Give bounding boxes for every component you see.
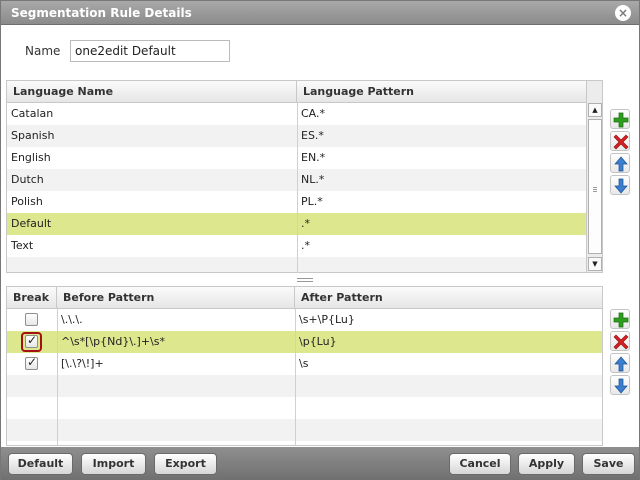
default-button[interactable]: Default [8,453,73,475]
language-name-cell: English [11,151,51,164]
close-icon[interactable]: × [615,5,631,21]
column-header-language-pattern[interactable]: Language Pattern [297,81,588,103]
add-language-button[interactable] [610,109,630,129]
language-grid-scrollbar[interactable]: ▲ ▼ [586,81,602,272]
move-up-icon [614,156,628,172]
add-icon [613,312,629,328]
column-header-before-pattern[interactable]: Before Pattern [57,287,295,309]
apply-button[interactable]: Apply [518,453,575,475]
language-pattern-cell: NL.* [301,173,325,186]
save-button[interactable]: Save [582,453,635,475]
rule-row[interactable] [7,397,602,419]
delete-rule-button[interactable] [610,331,630,351]
dialog-title: Segmentation Rule Details [11,6,192,20]
segmentation-rule-dialog: Segmentation Rule Details × Name Languag… [0,0,640,480]
rule-row[interactable] [7,441,602,445]
move-language-down-button[interactable] [610,175,630,195]
language-pattern-cell: .* [301,239,310,252]
checkbox-highlight [21,332,42,352]
language-name-cell: Polish [11,195,43,208]
import-button[interactable]: Import [81,453,146,475]
cancel-button[interactable]: Cancel [449,453,511,475]
move-rule-up-button[interactable] [610,353,630,373]
scroll-up-button[interactable]: ▲ [588,103,602,117]
language-grid-header: Language Name Language Pattern [7,81,602,103]
add-rule-button[interactable] [610,309,630,329]
language-pattern-cell: EN.* [301,151,326,164]
language-name-cell: Dutch [11,173,44,186]
splitter-handle[interactable] [6,275,603,285]
language-name-cell: Catalan [11,107,54,120]
rule-row[interactable] [7,375,602,397]
column-header-language-name[interactable]: Language Name [7,81,297,103]
column-header-after-pattern[interactable]: After Pattern [295,287,602,309]
after-pattern-cell: \s+\P{Lu} [299,313,355,326]
move-down-icon [614,378,628,394]
export-button[interactable]: Export [154,453,217,475]
before-pattern-cell: \.\.\. [61,313,83,326]
before-pattern-cell: ^\s*[\p{Nd}\.]+\s* [61,335,165,348]
language-name-cell: Default [11,217,52,230]
language-pattern-cell: .* [301,217,310,230]
language-grid: Language Name Language Pattern Catalan CA… [6,80,603,273]
delete-language-button[interactable] [610,131,630,151]
after-pattern-cell: \s [299,357,309,370]
after-pattern-cell: \p{Lu} [299,335,337,348]
delete-icon [613,134,629,150]
name-input[interactable] [70,40,230,62]
break-checkbox[interactable] [25,313,38,326]
rule-row[interactable]: \.\.\. \s+\P{Lu} [7,309,602,331]
rule-row[interactable]: ✓ ^\s*[\p{Nd}\.]+\s* \p{Lu} [7,331,602,353]
before-pattern-cell: [\.\?\!]+ [61,357,104,370]
rules-grid-header: Break Before Pattern After Pattern [7,287,602,309]
language-pattern-cell: CA.* [301,107,326,120]
move-up-icon [614,356,628,372]
name-label: Name [25,44,61,58]
rule-row[interactable] [7,419,602,441]
language-name-cell: Spanish [11,129,55,142]
add-icon [613,112,629,128]
footer-bar: Default Import Export Cancel Apply Save [1,447,639,480]
language-pattern-cell: PL.* [301,195,323,208]
move-down-icon [614,178,628,194]
scroll-down-button[interactable]: ▼ [588,257,602,271]
break-checkbox[interactable]: ✓ [25,355,38,370]
delete-icon [613,334,629,350]
rule-row[interactable]: ✓ [\.\?\!]+ \s [7,353,602,375]
move-rule-down-button[interactable] [610,375,630,395]
rules-grid: Break Before Pattern After Pattern \.\.\… [6,286,603,446]
scroll-thumb[interactable] [588,119,602,254]
column-header-break[interactable]: Break [7,287,57,309]
move-language-up-button[interactable] [610,153,630,173]
checkmark-icon: ✓ [27,355,38,369]
language-name-cell: Text [11,239,34,252]
title-bar: Segmentation Rule Details × [1,1,639,25]
language-pattern-cell: ES.* [301,129,324,142]
